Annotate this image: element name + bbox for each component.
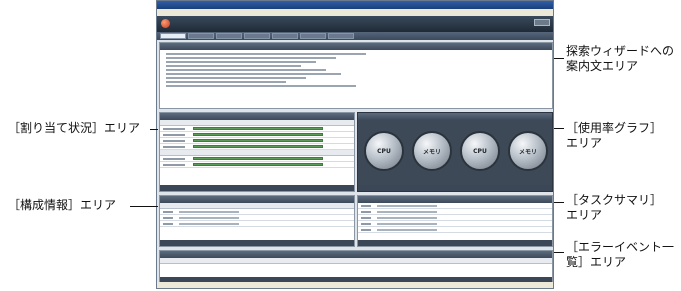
cpu-gauge-icon: CPU <box>364 131 404 171</box>
app-logo-icon <box>161 19 170 28</box>
callout-connector <box>150 129 158 130</box>
gauge-item: メモリ <box>508 131 550 177</box>
callout-config: ［構成情報］エリア <box>8 198 117 212</box>
browser-statusbar <box>157 282 553 288</box>
errors-table-header <box>160 258 552 264</box>
config-row <box>160 221 354 227</box>
wizard-guide-panel <box>159 42 553 109</box>
text-line <box>166 81 286 83</box>
callout-text: 探索ウィザードへの案内文エリア <box>566 44 675 73</box>
callout-errors: ［エラーイベント一覧］エリア <box>566 240 676 270</box>
task-row <box>358 227 552 233</box>
cpu-gauge-icon: CPU <box>460 131 500 171</box>
callout-connector <box>554 128 564 129</box>
callout-allocation: ［割り当て状況］エリア <box>8 121 141 135</box>
usage-panel-header <box>358 113 552 120</box>
gauge-item: CPU <box>364 131 406 177</box>
callout-text: ［使用率グラフ］エリア <box>566 121 663 150</box>
config-footer-link[interactable] <box>160 240 354 246</box>
callout-wizard: 探索ウィザードへの案内文エリア <box>566 44 676 74</box>
callout-connector <box>554 252 564 253</box>
text-line <box>166 65 301 67</box>
task-summary-panel <box>357 195 553 247</box>
config-panel-header <box>160 196 354 203</box>
gauge-label: メモリ <box>422 148 441 156</box>
wizard-text-block <box>166 53 552 87</box>
dashboard-content: CPU メモリ CPU メモリ <box>159 42 553 284</box>
callout-connector <box>554 202 564 203</box>
callout-text: ［エラーイベント一覧］エリア <box>566 240 675 269</box>
tab-home[interactable] <box>160 33 186 39</box>
text-line <box>166 77 306 79</box>
text-line <box>166 53 366 55</box>
gauge-label: CPU <box>377 147 391 155</box>
wizard-panel-header <box>160 43 552 50</box>
tasks-footer-link[interactable] <box>358 240 552 246</box>
window-titlebar <box>157 1 553 9</box>
callout-text: ［タスクサマリ］エリア <box>566 193 663 222</box>
allocation-footer-link[interactable] <box>160 185 354 191</box>
text-line <box>166 69 326 71</box>
callout-tasks: ［タスクサマリ］エリア <box>566 193 666 223</box>
main-tabbar <box>157 32 553 40</box>
browser-menubar <box>157 9 553 16</box>
gauge-label: CPU <box>473 147 487 155</box>
callout-connector <box>554 58 564 59</box>
usage-footer-link[interactable] <box>358 185 552 191</box>
allocation-panel-header <box>160 113 354 120</box>
gauge-item: メモリ <box>412 131 454 177</box>
allocation-panel <box>159 112 355 192</box>
tab-3[interactable] <box>244 33 270 39</box>
allocation-row <box>160 162 354 168</box>
usage-graph-panel: CPU メモリ CPU メモリ <box>357 112 553 192</box>
app-header <box>157 16 553 32</box>
text-line <box>166 73 341 75</box>
logout-button[interactable] <box>534 19 550 26</box>
gauge-item: CPU <box>460 131 502 177</box>
text-line <box>166 85 356 87</box>
error-events-panel <box>159 250 553 284</box>
tab-5[interactable] <box>300 33 326 39</box>
errors-panel-header <box>160 251 552 258</box>
memory-gauge-icon: メモリ <box>508 131 548 171</box>
configuration-panel <box>159 195 355 247</box>
tab-2[interactable] <box>216 33 242 39</box>
callout-usage: ［使用率グラフ］エリア <box>566 121 666 151</box>
browser-window: CPU メモリ CPU メモリ <box>156 0 554 289</box>
tab-resource[interactable] <box>188 33 214 39</box>
tab-6[interactable] <box>328 33 354 39</box>
tasks-panel-header <box>358 196 552 203</box>
gauge-label: メモリ <box>518 148 537 156</box>
tab-4[interactable] <box>272 33 298 39</box>
memory-gauge-icon: メモリ <box>412 131 452 171</box>
callout-connector <box>130 206 158 207</box>
text-line <box>166 61 316 63</box>
text-line <box>166 57 336 59</box>
